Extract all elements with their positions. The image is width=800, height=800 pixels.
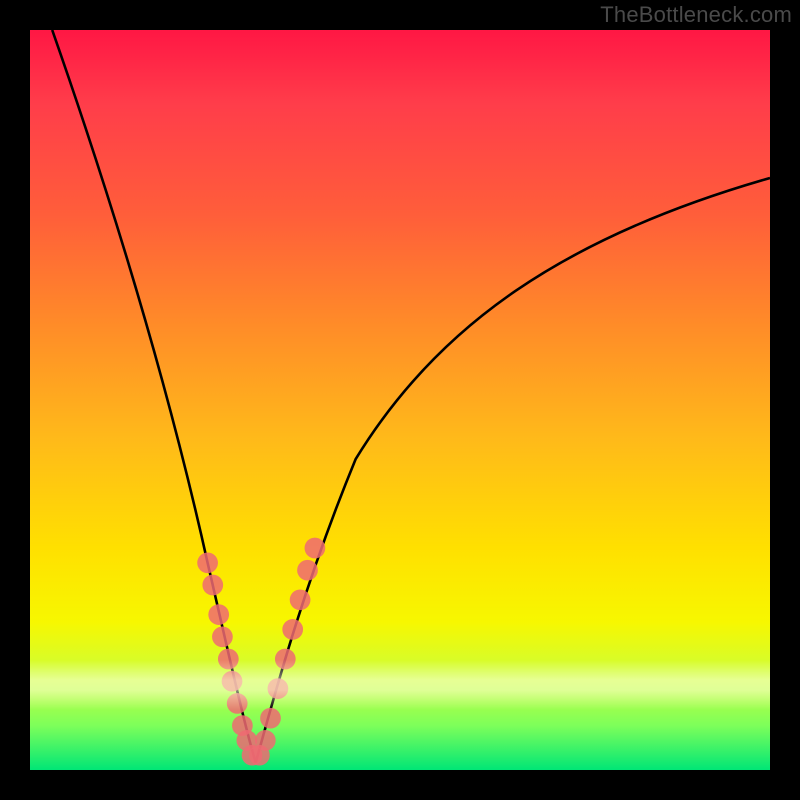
watermark-text: TheBottleneck.com: [600, 2, 792, 28]
dots-right: [249, 538, 325, 766]
curve-svg: [30, 30, 770, 770]
dots-left: [197, 552, 262, 765]
chart-frame: TheBottleneck.com: [0, 0, 800, 800]
plot-area: [30, 30, 770, 770]
curve-right: [256, 178, 770, 763]
